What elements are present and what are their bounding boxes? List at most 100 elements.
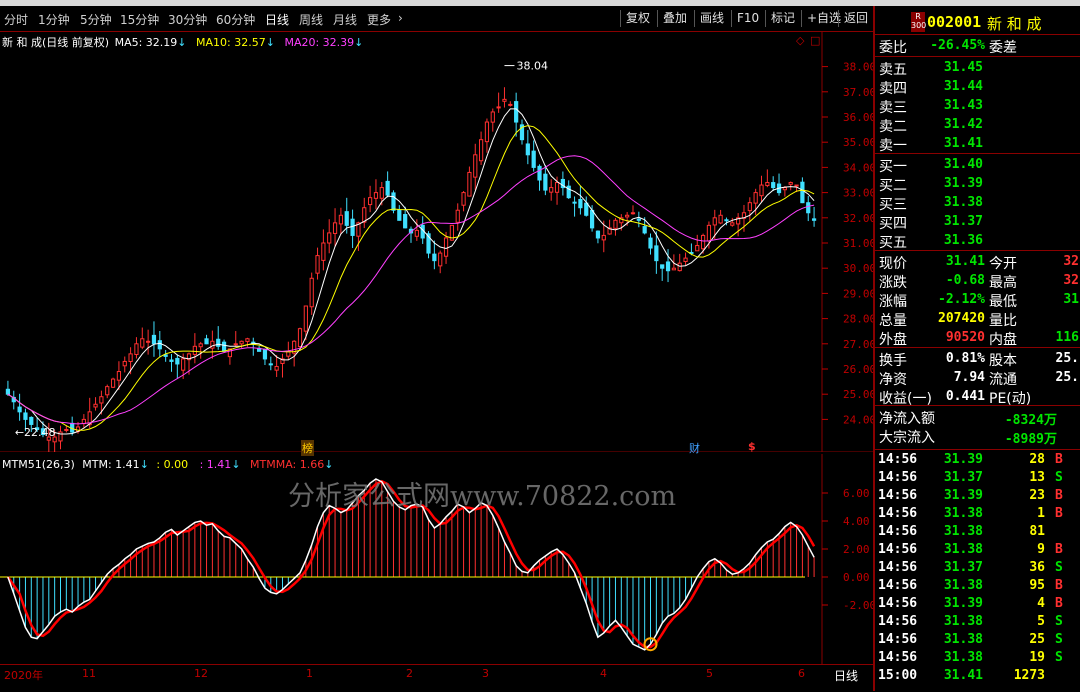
candle-body[interactable] <box>432 253 437 262</box>
candle-body[interactable] <box>578 198 583 209</box>
candle-body[interactable] <box>268 363 273 366</box>
period-tab-fenshi[interactable]: 分时 <box>4 11 28 28</box>
candle-body[interactable] <box>601 234 606 241</box>
candle-body[interactable] <box>455 209 460 223</box>
candle-body[interactable] <box>671 267 676 271</box>
candle-body[interactable] <box>478 139 484 162</box>
candle-body[interactable] <box>403 214 408 229</box>
candle-body[interactable] <box>554 182 560 193</box>
cai-marker[interactable]: 财 <box>689 440 700 456</box>
candle-body[interactable] <box>350 218 355 236</box>
bid-price[interactable]: 31.38 <box>921 195 983 210</box>
candle-body[interactable] <box>759 184 764 197</box>
candle-body[interactable] <box>23 412 28 420</box>
candle-body[interactable] <box>198 343 203 348</box>
candle-body[interactable] <box>181 358 186 371</box>
candle-body[interactable] <box>508 103 513 106</box>
candle-body[interactable] <box>391 192 396 211</box>
candle-body[interactable] <box>467 171 472 197</box>
candle-body[interactable] <box>397 209 402 221</box>
candle-body[interactable] <box>695 245 700 252</box>
ask-price[interactable]: 31.41 <box>921 136 983 151</box>
draw-line-button[interactable]: 画线 <box>694 10 729 27</box>
f10-button[interactable]: F10 <box>731 10 764 27</box>
candle-body[interactable] <box>297 328 303 348</box>
candle-body[interactable] <box>373 192 379 199</box>
fuquan-button[interactable]: 复权 <box>620 10 655 27</box>
candle-body[interactable] <box>636 218 641 221</box>
candle-body[interactable] <box>239 340 244 345</box>
bid-price[interactable]: 31.37 <box>921 214 983 229</box>
candle-body[interactable] <box>128 353 133 362</box>
candle-body[interactable] <box>765 182 770 187</box>
candle-body[interactable] <box>625 214 630 218</box>
period-tab-daily[interactable]: 日线 <box>265 11 289 28</box>
candle-body[interactable] <box>99 396 104 404</box>
candle-body[interactable] <box>146 340 151 343</box>
candle-body[interactable] <box>105 386 110 396</box>
candle-body[interactable] <box>210 340 215 349</box>
candle-body[interactable] <box>233 343 238 346</box>
candle-body[interactable] <box>665 261 671 272</box>
candle-body[interactable] <box>368 197 373 206</box>
candle-body[interactable] <box>204 338 209 345</box>
candle-body[interactable] <box>525 143 530 156</box>
candle-body[interactable] <box>730 222 735 226</box>
candle-body[interactable] <box>169 359 174 362</box>
candle-body[interactable] <box>706 224 712 242</box>
candle-body[interactable] <box>175 357 180 365</box>
candle-body[interactable] <box>315 255 320 274</box>
candle-body[interactable] <box>660 264 665 269</box>
candle-body[interactable] <box>216 338 221 347</box>
bang-marker[interactable]: 榜 <box>301 440 314 456</box>
candle-body[interactable] <box>116 371 122 381</box>
candle-body[interactable] <box>648 237 653 249</box>
bid-price[interactable]: 31.39 <box>921 176 983 191</box>
candle-body[interactable] <box>537 165 542 181</box>
mark-button[interactable]: 标记 <box>765 10 800 27</box>
candle-body[interactable] <box>344 211 349 226</box>
candle-body[interactable] <box>332 222 338 234</box>
candle-body[interactable] <box>221 341 227 352</box>
candle-body[interactable] <box>589 209 595 229</box>
candle-body[interactable] <box>157 340 162 350</box>
candle-body[interactable] <box>531 150 536 168</box>
candle-body[interactable] <box>677 262 682 272</box>
candle-body[interactable] <box>613 219 618 229</box>
candle-body[interactable] <box>747 202 752 212</box>
candle-body[interactable] <box>572 201 577 204</box>
candle-body[interactable] <box>64 428 69 431</box>
candle-body[interactable] <box>362 207 367 223</box>
period-tab-monthly[interactable]: 月线 <box>333 11 357 28</box>
candle-body[interactable] <box>262 349 268 360</box>
candle-body[interactable] <box>122 360 127 367</box>
candle-body[interactable] <box>712 217 717 226</box>
candle-body[interactable] <box>385 180 390 196</box>
candle-body[interactable] <box>543 173 548 191</box>
candle-body[interactable] <box>490 111 495 123</box>
ask-price[interactable]: 31.43 <box>921 98 983 113</box>
candle-body[interactable] <box>134 343 139 356</box>
ask-price[interactable]: 31.45 <box>921 60 983 75</box>
candle-body[interactable] <box>794 184 799 187</box>
candle-body[interactable] <box>438 252 443 267</box>
candle-body[interactable] <box>473 154 478 178</box>
period-tab-weekly[interactable]: 周线 <box>299 11 323 28</box>
candle-body[interactable] <box>484 121 490 143</box>
candle-body[interactable] <box>496 106 501 109</box>
candle-body[interactable] <box>93 403 98 408</box>
candle-body[interactable] <box>192 345 197 355</box>
candle-body[interactable] <box>163 354 168 357</box>
overlay-button[interactable]: 叠加 <box>657 10 692 27</box>
candle-body[interactable] <box>274 365 279 371</box>
bid-price[interactable]: 31.40 <box>921 157 983 172</box>
candle-body[interactable] <box>151 334 157 345</box>
candle-body[interactable] <box>29 416 34 425</box>
candle-body[interactable] <box>683 257 688 263</box>
back-button[interactable]: 返回 <box>838 10 873 27</box>
candle-body[interactable] <box>140 338 145 348</box>
candle-body[interactable] <box>753 192 758 204</box>
candle-body[interactable] <box>327 232 332 244</box>
candle-body[interactable] <box>630 212 636 215</box>
candle-body[interactable] <box>642 226 647 234</box>
